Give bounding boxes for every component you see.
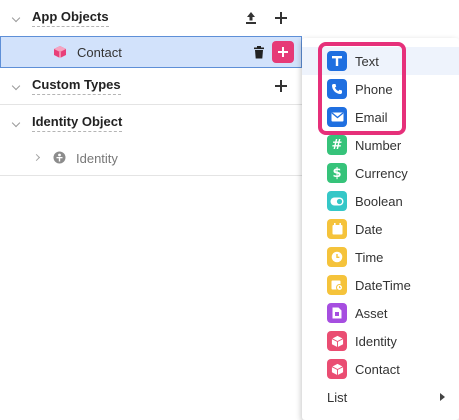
section-title-identity-object: Identity Object xyxy=(32,114,123,132)
menu-item-label: DateTime xyxy=(355,277,411,293)
field-type-menu: Text Phone Email # Number $ Currency Boo… xyxy=(302,38,459,420)
section-custom-types[interactable]: Custom Types xyxy=(0,68,302,104)
section-actions xyxy=(274,68,288,104)
cube-icon xyxy=(53,45,67,62)
menu-item-phone[interactable]: Phone xyxy=(302,75,459,103)
add-custom-type-button[interactable] xyxy=(274,79,288,93)
menu-item-text[interactable]: Text xyxy=(302,47,459,75)
menu-item-label: List xyxy=(327,389,348,405)
object-tree-panel: App Objects Contact Custom Types Identit… xyxy=(0,0,302,420)
menu-item-datetime[interactable]: DateTime xyxy=(302,271,459,299)
menu-item-label: Number xyxy=(355,137,402,153)
menu-item-label: Boolean xyxy=(355,193,403,209)
menu-item-time[interactable]: Time xyxy=(302,243,459,271)
menu-item-label: Phone xyxy=(355,81,393,97)
menu-item-date[interactable]: Date xyxy=(302,215,459,243)
trash-icon[interactable] xyxy=(253,46,265,62)
add-field-button[interactable] xyxy=(272,41,294,63)
menu-item-number[interactable]: # Number xyxy=(302,131,459,159)
section-app-objects[interactable]: App Objects xyxy=(0,0,302,36)
menu-item-currency[interactable]: $ Currency xyxy=(302,159,459,187)
chevron-down-icon[interactable] xyxy=(11,81,21,91)
chevron-down-icon[interactable] xyxy=(11,13,21,23)
section-actions xyxy=(244,0,288,36)
submenu-arrow-icon xyxy=(440,393,445,401)
tree-item-label: Identity xyxy=(76,150,118,166)
section-title-custom-types: Custom Types xyxy=(32,77,121,95)
menu-item-identity[interactable]: Identity xyxy=(302,327,459,355)
menu-item-boolean[interactable]: Boolean xyxy=(302,187,459,215)
contact-cube-icon xyxy=(327,359,347,379)
datetime-icon xyxy=(327,275,347,295)
text-icon xyxy=(327,51,347,71)
tree-item-contact[interactable]: Contact xyxy=(0,36,302,68)
tree-item-identity[interactable]: Identity xyxy=(0,141,302,175)
menu-item-asset[interactable]: Asset xyxy=(302,299,459,327)
menu-item-label: Email xyxy=(355,109,388,125)
number-icon: # xyxy=(327,135,347,155)
upload-icon[interactable] xyxy=(244,11,258,25)
identity-cube-icon xyxy=(327,331,347,351)
add-app-object-button[interactable] xyxy=(274,11,288,25)
menu-item-label: Asset xyxy=(355,305,388,321)
menu-item-label: Currency xyxy=(355,165,408,181)
asset-icon xyxy=(327,303,347,323)
chevron-right-icon[interactable] xyxy=(32,153,41,162)
menu-item-label: Identity xyxy=(355,333,397,349)
identity-icon xyxy=(53,151,66,167)
menu-item-label: Time xyxy=(355,249,384,265)
clock-icon xyxy=(327,247,347,267)
section-identity-object[interactable]: Identity Object xyxy=(0,105,302,141)
menu-item-label: Text xyxy=(355,53,379,69)
menu-item-label: Contact xyxy=(355,361,400,377)
menu-item-contact[interactable]: Contact xyxy=(302,355,459,383)
menu-item-list[interactable]: List xyxy=(302,383,459,411)
tree-item-label: Contact xyxy=(77,44,122,60)
toggle-icon xyxy=(327,191,347,211)
app-root: App Objects Contact Custom Types Identit… xyxy=(0,0,459,420)
email-icon xyxy=(327,107,347,127)
divider xyxy=(0,175,302,176)
menu-item-label: Date xyxy=(355,221,383,237)
section-title-app-objects: App Objects xyxy=(32,9,109,27)
currency-icon: $ xyxy=(327,163,347,183)
phone-icon xyxy=(327,79,347,99)
chevron-down-icon[interactable] xyxy=(11,118,21,128)
calendar-icon xyxy=(327,219,347,239)
menu-item-email[interactable]: Email xyxy=(302,103,459,131)
